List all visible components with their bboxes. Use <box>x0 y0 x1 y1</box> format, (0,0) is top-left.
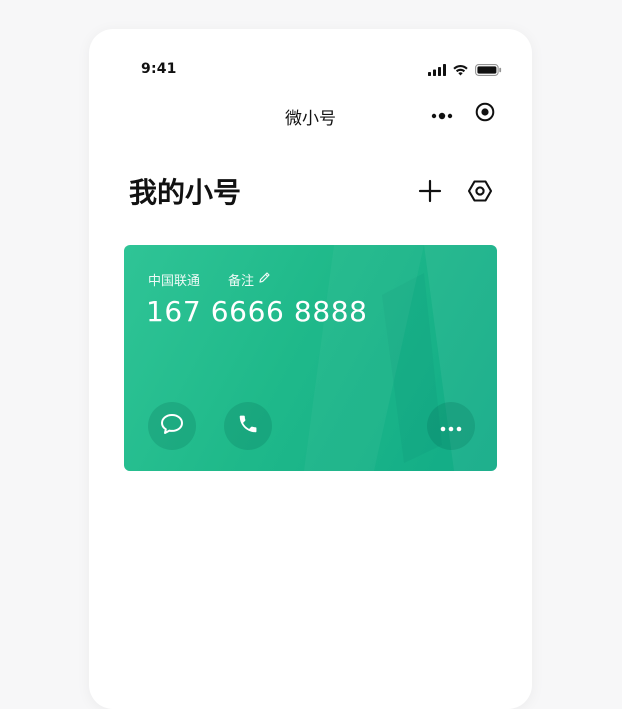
miniprogram-capsule <box>420 97 506 131</box>
phone-screen: 9:41 微小号 我的小号 中国联通 备注 167 6666 8888 <box>89 29 532 709</box>
phone-number: 167 6666 8888 <box>146 295 368 328</box>
add-number-button[interactable] <box>416 177 444 205</box>
message-button[interactable] <box>148 402 196 450</box>
pencil-icon <box>258 271 271 288</box>
more-dots-icon <box>431 105 453 124</box>
target-circle-icon <box>475 102 495 126</box>
ellipsis-icon <box>439 417 463 436</box>
settings-button[interactable] <box>466 177 494 205</box>
chat-bubble-icon <box>160 413 184 439</box>
note-button[interactable]: 备注 <box>228 270 271 289</box>
card-more-button[interactable] <box>427 402 475 450</box>
note-label: 备注 <box>228 274 255 289</box>
capsule-close-button[interactable] <box>463 97 506 131</box>
carrier-label: 中国联通 <box>148 274 201 289</box>
phone-handset-icon <box>237 413 259 439</box>
call-button[interactable] <box>224 402 272 450</box>
wifi-icon <box>452 61 469 80</box>
number-card[interactable]: 中国联通 备注 167 6666 8888 <box>124 245 497 471</box>
hexagon-settings-icon <box>466 180 494 209</box>
status-time: 9:41 <box>141 61 177 77</box>
battery-icon <box>475 61 502 80</box>
capsule-more-button[interactable] <box>420 97 463 131</box>
status-icons <box>428 61 502 80</box>
signal-bars-icon <box>428 61 446 80</box>
page-title: 我的小号 <box>129 176 242 209</box>
plus-icon <box>416 179 444 209</box>
